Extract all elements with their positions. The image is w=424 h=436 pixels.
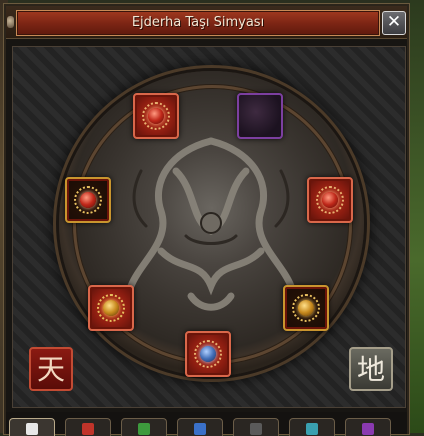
green-stone-icon (138, 423, 150, 435)
white-stone-icon (26, 423, 38, 435)
blue-stone-icon (194, 423, 206, 435)
pin-icon (7, 16, 14, 28)
heaven-glyph-button[interactable]: 天 (29, 347, 73, 391)
slot-top-right[interactable] (237, 93, 283, 139)
blue-gem-icon (200, 346, 216, 362)
tab-7[interactable] (345, 418, 391, 436)
slot-low-right[interactable] (283, 285, 329, 331)
slot-low-left[interactable] (88, 285, 134, 331)
alchemy-panel: 天 地 (12, 46, 406, 408)
red-stone-icon (82, 423, 94, 435)
game-world-background-right (410, 0, 424, 433)
close-button[interactable]: ✕ (382, 11, 406, 35)
gold-gem-icon (103, 300, 119, 316)
slot-mid-right[interactable] (307, 177, 353, 223)
slot-top-left[interactable] (133, 93, 179, 139)
purple-stone-icon (362, 423, 374, 435)
gold-gem-icon (298, 300, 314, 316)
slot-bottom[interactable] (185, 331, 231, 377)
window-title: Ejderha Taşı Simyası (131, 15, 265, 30)
slot-mid-left[interactable] (65, 177, 111, 223)
red-gem-icon (148, 108, 164, 124)
title-bar[interactable]: Ejderha Taşı Simyası ✕ (6, 6, 407, 39)
cyan-stone-icon (306, 423, 318, 435)
red-gem-icon (80, 192, 96, 208)
dragon-stone-alchemy-window: Ejderha Taşı Simyası ✕ 天 地 (3, 3, 410, 436)
gray-stone-icon (250, 423, 262, 435)
tab-5[interactable] (233, 418, 279, 436)
tab-2[interactable] (65, 418, 111, 436)
tab-3[interactable] (121, 418, 167, 436)
tab-1[interactable] (9, 418, 55, 436)
tab-6[interactable] (289, 418, 335, 436)
earth-glyph-button[interactable]: 地 (349, 347, 393, 391)
stone-tab-bar (6, 412, 407, 436)
title-plate: Ejderha Taşı Simyası (16, 10, 380, 36)
red-gem-icon (322, 192, 338, 208)
tab-4[interactable] (177, 418, 223, 436)
